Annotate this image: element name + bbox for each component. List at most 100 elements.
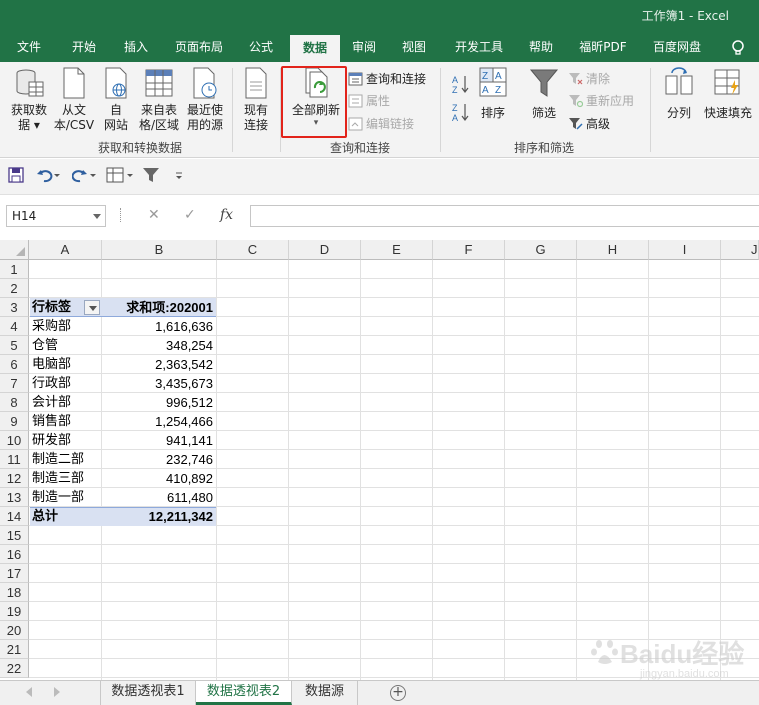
pivot-value-header[interactable]: 求和项:202001 xyxy=(102,298,216,317)
column-header-a[interactable]: A xyxy=(29,240,102,260)
pivot-row-value[interactable]: 941,141 xyxy=(102,431,216,450)
row-header[interactable]: 7 xyxy=(0,374,29,393)
pivot-row-value[interactable]: 3,435,673 xyxy=(102,374,216,393)
from-table-range-button[interactable]: 来自表 格/区域 xyxy=(136,66,182,133)
from-text-csv-button[interactable]: 从文 本/CSV xyxy=(52,66,96,133)
row-header[interactable]: 18 xyxy=(0,583,29,602)
row-header[interactable]: 11 xyxy=(0,450,29,469)
pivot-total-value[interactable]: 12,211,342 xyxy=(102,507,216,526)
lightbulb-icon[interactable] xyxy=(728,38,748,58)
row-header[interactable]: 19 xyxy=(0,602,29,621)
tab-foxit-pdf[interactable]: 福昕PDF xyxy=(570,32,636,62)
pivot-row-label[interactable]: 制造一部 xyxy=(29,488,101,507)
tab-insert[interactable]: 插入 xyxy=(112,32,160,62)
row-header[interactable]: 15 xyxy=(0,526,29,545)
column-header-c[interactable]: C xyxy=(217,240,289,260)
pivot-row-label[interactable]: 制造二部 xyxy=(29,450,101,469)
row-header[interactable]: 12 xyxy=(0,469,29,488)
row-header[interactable]: 17 xyxy=(0,564,29,583)
get-data-button[interactable]: 获取数 据 ▾ xyxy=(6,66,52,133)
row-header[interactable]: 10 xyxy=(0,431,29,450)
add-sheet-icon[interactable]: + xyxy=(390,685,406,701)
select-all-corner[interactable] xyxy=(0,240,29,260)
column-header-e[interactable]: E xyxy=(361,240,433,260)
pivot-row-value[interactable]: 1,254,466 xyxy=(102,412,216,431)
cancel-icon[interactable]: ✕ xyxy=(148,207,160,223)
pivot-row-label[interactable]: 行政部 xyxy=(29,374,101,393)
pivot-row-value[interactable]: 611,480 xyxy=(102,488,216,507)
row-header[interactable]: 14 xyxy=(0,507,29,526)
pivot-row-label[interactable]: 仓管 xyxy=(29,336,101,355)
pivot-total-label[interactable]: 总计 xyxy=(29,507,101,526)
sort-z-to-a-icon[interactable]: Z A xyxy=(452,102,470,122)
sort-a-to-z-icon[interactable]: A Z xyxy=(452,74,470,94)
row-header[interactable]: 3 xyxy=(0,298,29,317)
column-header-i[interactable]: I xyxy=(649,240,721,260)
column-header-h[interactable]: H xyxy=(577,240,649,260)
pivot-row-value[interactable]: 996,512 xyxy=(102,393,216,412)
row-header[interactable]: 20 xyxy=(0,621,29,640)
tab-view[interactable]: 视图 xyxy=(394,32,434,62)
tab-help[interactable]: 帮助 xyxy=(520,32,562,62)
column-header-g[interactable]: G xyxy=(505,240,577,260)
queries-connections-button[interactable]: 查询和连接 xyxy=(348,70,426,88)
edit-links-button[interactable]: 编辑链接 xyxy=(348,115,414,133)
row-header[interactable]: 9 xyxy=(0,412,29,431)
sheet-tab-pivot-1[interactable]: 数据透视表1 xyxy=(100,681,196,705)
pivot-row-value[interactable]: 232,746 xyxy=(102,450,216,469)
prev-sheet-icon[interactable] xyxy=(26,687,32,697)
pivot-row-label[interactable]: 采购部 xyxy=(29,317,101,336)
tab-file[interactable]: 文件 xyxy=(4,32,54,62)
redo-icon[interactable] xyxy=(72,167,96,183)
pivot-row-label[interactable]: 电脑部 xyxy=(29,355,101,374)
tab-data[interactable]: 数据 xyxy=(290,35,340,62)
row-header[interactable]: 6 xyxy=(0,355,29,374)
row-header[interactable]: 5 xyxy=(0,336,29,355)
sort-button[interactable]: Z A A Z 排序 xyxy=(474,66,512,121)
text-to-columns-button[interactable]: 分列 xyxy=(660,66,698,121)
name-box[interactable]: H14 xyxy=(6,205,106,227)
pivot-row-value[interactable]: 348,254 xyxy=(102,336,216,355)
tab-home[interactable]: 开始 xyxy=(58,32,110,62)
column-header-b[interactable]: B xyxy=(102,240,217,260)
column-header-j[interactable]: J xyxy=(721,240,759,260)
formula-input[interactable] xyxy=(250,205,759,227)
insert-function-icon[interactable]: fx xyxy=(220,207,233,223)
filter-funnel-icon[interactable] xyxy=(142,167,160,183)
pivot-row-label[interactable]: 研发部 xyxy=(29,431,101,450)
sheet-tab-pivot-2[interactable]: 数据透视表2 xyxy=(196,681,292,705)
tab-formulas[interactable]: 公式 xyxy=(236,32,286,62)
tab-review[interactable]: 审阅 xyxy=(344,32,384,62)
pivot-row-label[interactable]: 制造三部 xyxy=(29,469,101,488)
flash-fill-button[interactable]: 快速填充 xyxy=(700,66,756,121)
reapply-button[interactable]: 重新应用 xyxy=(568,92,634,110)
sheet-tab-data-source[interactable]: 数据源 xyxy=(292,681,358,705)
worksheet-grid[interactable]: A B C D E F G H I J 1 2 3 4 5 6 7 8 9 10… xyxy=(0,240,759,680)
pivot-row-label[interactable]: 会计部 xyxy=(29,393,101,412)
row-header[interactable]: 1 xyxy=(0,260,29,279)
undo-icon[interactable] xyxy=(36,167,60,183)
row-header[interactable]: 8 xyxy=(0,393,29,412)
row-header[interactable]: 22 xyxy=(0,659,29,678)
save-icon[interactable] xyxy=(8,167,24,183)
properties-button[interactable]: 属性 xyxy=(348,92,390,110)
customize-qat-icon[interactable] xyxy=(174,167,184,183)
tab-baidu-netdisk[interactable]: 百度网盘 xyxy=(644,32,710,62)
recent-sources-button[interactable]: 最近使 用的源 xyxy=(184,66,226,133)
filter-button[interactable]: 筛选 xyxy=(524,66,564,121)
tab-page-layout[interactable]: 页面布局 xyxy=(168,32,230,62)
sheet-view-icon[interactable] xyxy=(106,167,134,183)
chevron-down-icon[interactable] xyxy=(93,214,101,219)
column-header-f[interactable]: F xyxy=(433,240,505,260)
pivot-row-value[interactable]: 1,616,636 xyxy=(102,317,216,336)
formula-bar-splitter[interactable] xyxy=(120,208,122,222)
row-header[interactable]: 13 xyxy=(0,488,29,507)
pivot-row-label[interactable]: 销售部 xyxy=(29,412,101,431)
advanced-filter-button[interactable]: 高级 xyxy=(568,115,610,133)
from-web-button[interactable]: 自 网站 xyxy=(98,66,134,133)
column-header-d[interactable]: D xyxy=(289,240,361,260)
row-header[interactable]: 16 xyxy=(0,545,29,564)
pivot-row-value[interactable]: 410,892 xyxy=(102,469,216,488)
row-header[interactable]: 4 xyxy=(0,317,29,336)
row-header[interactable]: 21 xyxy=(0,640,29,659)
